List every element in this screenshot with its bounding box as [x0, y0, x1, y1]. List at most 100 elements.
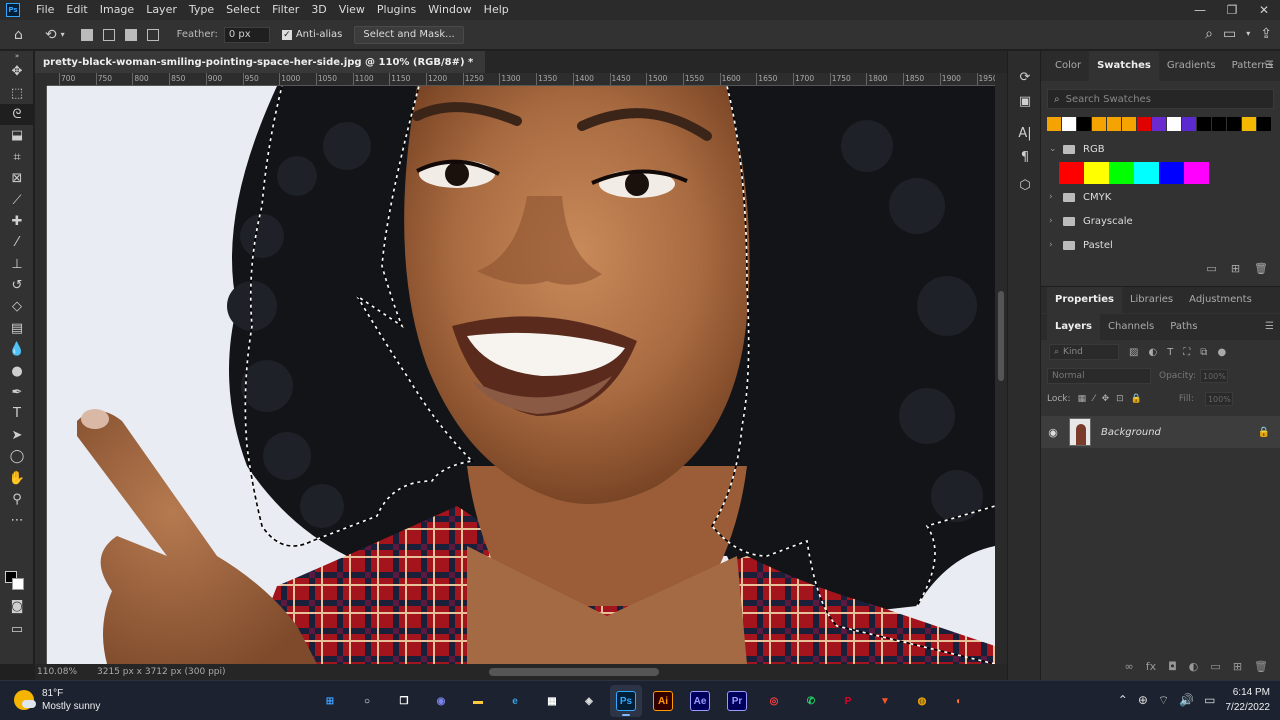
- move-tool-icon[interactable]: ✥: [0, 61, 34, 82]
- color-swatch[interactable]: [1122, 117, 1136, 131]
- history-icon[interactable]: ⟳: [1008, 65, 1042, 89]
- taskbar-firefox-icon[interactable]: ◐: [943, 685, 975, 717]
- taskbar-edge-icon[interactable]: e: [499, 685, 531, 717]
- minimize-button[interactable]: —: [1184, 0, 1216, 20]
- tab-libraries[interactable]: Libraries: [1122, 287, 1181, 313]
- clock[interactable]: 6:14 PM 7/22/2022: [1226, 685, 1271, 715]
- taskbar-brave-icon[interactable]: ▼: [869, 685, 901, 717]
- smart-object-filter-icon[interactable]: ⧉: [1200, 347, 1207, 358]
- new-selection-icon[interactable]: [80, 28, 93, 41]
- rgb-color-swatch[interactable]: [1084, 162, 1109, 184]
- color-swatch[interactable]: [1182, 117, 1196, 131]
- paragraph-icon[interactable]: ¶: [1008, 145, 1042, 169]
- eye-icon[interactable]: ◉: [1041, 426, 1065, 439]
- new-layer-icon[interactable]: ⊞: [1233, 660, 1242, 673]
- opacity-input[interactable]: 100%: [1200, 369, 1228, 383]
- taskbar-davinci-icon[interactable]: ◈: [573, 685, 605, 717]
- menu-image[interactable]: Image: [94, 0, 140, 20]
- volume-icon[interactable]: 🔊: [1179, 693, 1194, 707]
- taskbar-search-icon[interactable]: ○: [351, 685, 383, 717]
- zoom-tool-icon[interactable]: ⚲: [0, 489, 34, 510]
- close-button[interactable]: ✕: [1248, 0, 1280, 20]
- lock-position-icon[interactable]: ✥: [1102, 394, 1110, 404]
- menu-filter[interactable]: Filter: [266, 0, 305, 20]
- rgb-color-swatch[interactable]: [1159, 162, 1184, 184]
- character-icon[interactable]: A|: [1008, 121, 1042, 145]
- taskbar-chat-icon[interactable]: ◉: [425, 685, 457, 717]
- horizontal-scroll-thumb[interactable]: [489, 668, 659, 676]
- menu-view[interactable]: View: [333, 0, 371, 20]
- adjustment-filter-icon[interactable]: ◐: [1148, 347, 1157, 358]
- layer-row-background[interactable]: ◉ Background 🔒: [1041, 416, 1280, 448]
- color-swatch[interactable]: [1227, 117, 1241, 131]
- new-swatch-icon[interactable]: ⊞: [1231, 262, 1240, 275]
- new-group-icon[interactable]: ▭: [1210, 660, 1220, 673]
- chevron-down-icon[interactable]: ▾: [1246, 26, 1250, 42]
- collapse-toolbar-icon[interactable]: »: [0, 51, 34, 61]
- swatch-group-rgb[interactable]: ⌄ RGB: [1041, 137, 1280, 161]
- workspace-icon[interactable]: ▭: [1223, 26, 1236, 42]
- antialias-checkbox[interactable]: ✓ Anti-alias: [281, 29, 342, 40]
- add-mask-icon[interactable]: ◘: [1168, 660, 1177, 673]
- tab-paths[interactable]: Paths: [1162, 314, 1205, 340]
- background-color-swatch[interactable]: [12, 578, 24, 590]
- pen-tool-icon[interactable]: ✒: [0, 382, 34, 403]
- menu-type[interactable]: Type: [183, 0, 220, 20]
- layer-name[interactable]: Background: [1101, 427, 1161, 438]
- taskbar-start-icon[interactable]: ⊞: [314, 685, 346, 717]
- link-layers-icon[interactable]: ∞: [1125, 660, 1134, 673]
- panel-menu-icon[interactable]: ☰: [1265, 60, 1274, 71]
- lock-transparent-icon[interactable]: ▦: [1078, 394, 1087, 404]
- taskbar-after-effects-icon[interactable]: Ae: [684, 685, 716, 717]
- eyedropper-tool-icon[interactable]: ⟋: [0, 189, 34, 210]
- frame-tool-icon[interactable]: ⊠: [0, 168, 34, 189]
- color-swatch[interactable]: [1047, 117, 1061, 131]
- zoom-level[interactable]: 110.08%: [37, 667, 87, 677]
- type-tool-icon[interactable]: T: [0, 403, 34, 424]
- vertical-ruler[interactable]: [35, 86, 47, 664]
- color-swatch[interactable]: [1107, 117, 1121, 131]
- feather-input[interactable]: [223, 26, 270, 43]
- 3d-icon[interactable]: ⬡: [1008, 173, 1042, 197]
- new-group-icon[interactable]: ▭: [1206, 262, 1216, 275]
- taskbar-task-view-icon[interactable]: ❐: [388, 685, 420, 717]
- screen-mode-icon[interactable]: ▭: [0, 619, 34, 640]
- menu-file[interactable]: File: [30, 0, 60, 20]
- hand-tool-icon[interactable]: ✋: [0, 467, 34, 488]
- clone-stamp-tool-icon[interactable]: ⊥: [0, 254, 34, 275]
- tab-adjustments[interactable]: Adjustments: [1181, 287, 1260, 313]
- quick-mask-icon[interactable]: ◙: [0, 596, 34, 617]
- taskbar-whatsapp-icon[interactable]: ✆: [795, 685, 827, 717]
- restore-button[interactable]: ❐: [1216, 0, 1248, 20]
- rgb-color-swatch[interactable]: [1184, 162, 1209, 184]
- lasso-tool-icon[interactable]: ᘓ: [0, 103, 34, 126]
- subtract-from-selection-icon[interactable]: [124, 28, 137, 41]
- menu-layer[interactable]: Layer: [140, 0, 183, 20]
- menu-select[interactable]: Select: [220, 0, 266, 20]
- vertical-scrollbar[interactable]: [995, 73, 1007, 664]
- comments-icon[interactable]: ▣: [1008, 89, 1042, 113]
- swatch-group-cmyk[interactable]: › CMYK: [1041, 185, 1280, 209]
- battery-icon[interactable]: ▭: [1204, 693, 1215, 707]
- menu-edit[interactable]: Edit: [60, 0, 93, 20]
- horizontal-ruler[interactable]: 700 750 800 850 900 950 1000 1050 1100 1150 1200 12…: [47, 73, 995, 86]
- swatch-group-grayscale[interactable]: › Grayscale: [1041, 209, 1280, 233]
- select-and-mask-button[interactable]: Select and Mask...: [354, 25, 464, 44]
- swatch-search-input[interactable]: ⌕ Search Swatches: [1047, 89, 1274, 109]
- ellipse-tool-icon[interactable]: ◯: [0, 446, 34, 467]
- more-tools-icon[interactable]: ⋯: [0, 510, 34, 531]
- share-icon[interactable]: ⇪: [1260, 26, 1272, 42]
- dodge-tool-icon[interactable]: ●: [0, 360, 34, 381]
- add-to-selection-icon[interactable]: [102, 28, 115, 41]
- healing-brush-tool-icon[interactable]: ✚: [0, 211, 34, 232]
- eraser-tool-icon[interactable]: ◇: [0, 296, 34, 317]
- menu-help[interactable]: Help: [478, 0, 515, 20]
- menu-3d[interactable]: 3D: [305, 0, 332, 20]
- taskbar-photoshop-icon[interactable]: Ps: [610, 685, 642, 717]
- blend-mode-select[interactable]: Normal: [1047, 368, 1151, 384]
- document-tab[interactable]: pretty-black-woman-smiling-pointing-spac…: [35, 51, 486, 73]
- taskbar-chrome-canary-icon[interactable]: ◍: [906, 685, 938, 717]
- chevron-down-icon[interactable]: ▾: [61, 30, 65, 39]
- color-swatch[interactable]: [1152, 117, 1166, 131]
- menu-window[interactable]: Window: [422, 0, 477, 20]
